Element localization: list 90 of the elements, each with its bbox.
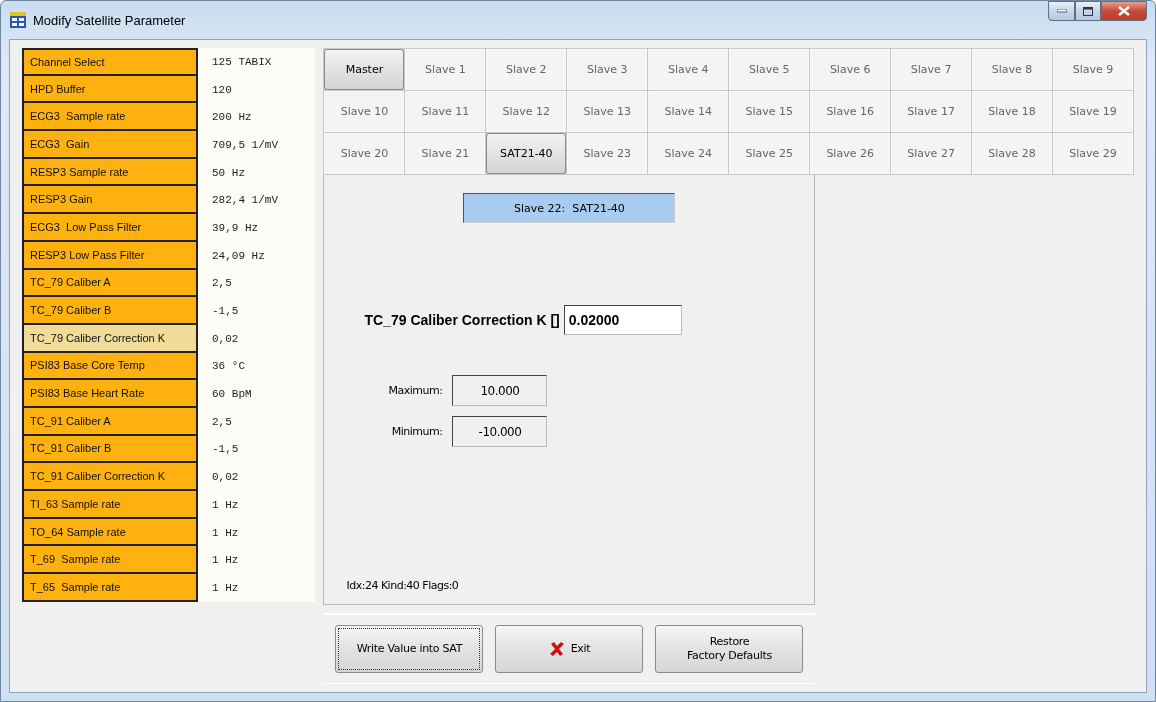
minimize-button[interactable]	[1048, 1, 1075, 21]
unit-button[interactable]: Slave 6	[810, 49, 891, 90]
unit-button[interactable]: Slave 8	[972, 49, 1053, 90]
unit-button[interactable]: Slave 10	[324, 91, 405, 132]
parameter-label[interactable]: HPD Buffer	[22, 75, 198, 104]
parameter-label[interactable]: TC_79 Caliber A	[22, 269, 198, 298]
maximize-icon	[1083, 6, 1093, 16]
parameter-label[interactable]: PSI83 Base Heart Rate	[22, 380, 198, 408]
parameter-label[interactable]: ECG3 Low Pass Filter	[22, 214, 198, 242]
close-button[interactable]	[1101, 1, 1147, 21]
unit-button[interactable]: Slave 26	[810, 133, 891, 174]
unit-button[interactable]: SAT21-40	[486, 133, 567, 174]
parameter-label[interactable]: Channel Select	[22, 48, 198, 76]
parameter-label[interactable]: TC_91 Caliber Correction K	[22, 463, 198, 491]
unit-button[interactable]: Slave 20	[324, 133, 405, 174]
parameter-value: 0,02	[211, 331, 240, 347]
unit-button[interactable]: Slave 23	[567, 133, 648, 174]
unit-button[interactable]: Slave 13	[567, 91, 648, 132]
parameter-value: 2,5	[211, 276, 233, 292]
unit-button[interactable]: Slave 2	[486, 49, 567, 90]
parameter-label[interactable]: T_69 Sample rate	[22, 546, 198, 575]
editor-heading: Slave 22: SAT21-40	[463, 193, 676, 223]
parameter-label[interactable]: TC_91 Caliber B	[22, 435, 198, 464]
limit-value: 10.000	[452, 375, 548, 406]
action-button[interactable]: Restore Factory Defaults	[655, 625, 804, 673]
parameter-label[interactable]: ECG3 Gain	[22, 131, 198, 159]
parameter-value: 120	[211, 82, 233, 98]
parameter-label[interactable]: PSI83 Base Core Temp	[22, 352, 198, 381]
parameter-value: 200 Hz	[211, 110, 253, 126]
unit-button[interactable]: Slave 4	[648, 49, 729, 90]
parameter-label[interactable]: TC_79 Caliber Correction K	[22, 324, 198, 353]
unit-button[interactable]: Slave 17	[891, 91, 972, 132]
parameter-label[interactable]: RESP3 Sample rate	[22, 158, 198, 187]
limit-label: Maximum:	[387, 384, 443, 397]
parameter-label[interactable]: TC_91 Caliber A	[22, 407, 198, 436]
maximize-button[interactable]	[1075, 1, 1101, 21]
parameter-value: 39,9 Hz	[211, 220, 260, 236]
unit-button[interactable]: Slave 5	[729, 49, 810, 90]
unit-button[interactable]: Slave 19	[1053, 91, 1133, 132]
parameter-value: -1,5	[211, 442, 240, 458]
unit-button[interactable]: Slave 9	[1053, 49, 1133, 90]
parameter-value: 50 Hz	[211, 165, 246, 181]
parameter-name: TC_79 Caliber Correction K []	[364, 312, 560, 328]
unit-button[interactable]: Slave 12	[486, 91, 567, 132]
parameter-value: 2,5	[211, 414, 233, 430]
unit-button[interactable]: Slave 24	[648, 133, 729, 174]
unit-button[interactable]: Slave 3	[567, 49, 648, 90]
unit-button[interactable]: Slave 18	[972, 91, 1053, 132]
parameter-value: 125 TABIX	[211, 54, 273, 70]
parameter-value: 1 Hz	[211, 497, 240, 513]
exit-button[interactable]: Exit	[495, 625, 644, 673]
unit-button[interactable]: Slave 15	[729, 91, 810, 132]
info-text: Idx:24 Kind:40 Flags:0	[346, 579, 459, 592]
parameter-label[interactable]: RESP3 Low Pass Filter	[22, 241, 198, 270]
parameter-value: 60 BpM	[211, 387, 253, 403]
limit-label: Minimum:	[390, 425, 443, 438]
parameter-value: 709,5 1/mV	[211, 137, 279, 153]
parameter-value: 282,4 1/mV	[211, 193, 279, 209]
unit-button[interactable]: Slave 1	[405, 49, 486, 90]
parameter-value: 1 Hz	[211, 553, 240, 569]
unit-button[interactable]: Slave 11	[405, 91, 486, 132]
parameter-value: 0,02	[211, 470, 240, 486]
app-icon	[9, 11, 27, 29]
limit-value: -10.000	[452, 416, 548, 447]
cross-icon	[548, 641, 565, 657]
unit-button[interactable]: Slave 29	[1053, 133, 1133, 174]
parameter-label[interactable]: TC_79 Caliber B	[22, 297, 198, 325]
parameter-value: 24,09 Hz	[211, 248, 266, 264]
parameter-value: 1 Hz	[211, 580, 240, 596]
unit-button[interactable]: Master	[324, 49, 405, 90]
parameter-label[interactable]: RESP3 Gain	[22, 186, 198, 215]
unit-button[interactable]: Slave 25	[729, 133, 810, 174]
unit-button[interactable]: Slave 28	[972, 133, 1053, 174]
parameter-label[interactable]: TO_64 Sample rate	[22, 518, 198, 547]
action-button[interactable]: Write Value into SAT	[335, 625, 484, 673]
parameter-value: 1 Hz	[211, 525, 240, 541]
parameter-value: -1,5	[211, 304, 240, 320]
parameter-label[interactable]: ECG3 Sample rate	[22, 103, 198, 132]
parameter-value: 36 °C	[211, 359, 246, 375]
unit-button[interactable]: Slave 14	[648, 91, 729, 132]
parameter-label[interactable]: T_65 Sample rate	[22, 574, 198, 602]
unit-button[interactable]: Slave 7	[891, 49, 972, 90]
unit-button[interactable]: Slave 16	[810, 91, 891, 132]
close-icon	[1118, 6, 1130, 16]
value-field[interactable]: 0.02000	[563, 305, 682, 335]
minimize-icon	[1056, 9, 1067, 13]
parameter-label[interactable]: TI_63 Sample rate	[22, 491, 198, 519]
unit-button[interactable]: Slave 27	[891, 133, 972, 174]
window-title: Modify Satellite Parameter	[33, 12, 186, 28]
unit-button[interactable]: Slave 21	[405, 133, 486, 174]
